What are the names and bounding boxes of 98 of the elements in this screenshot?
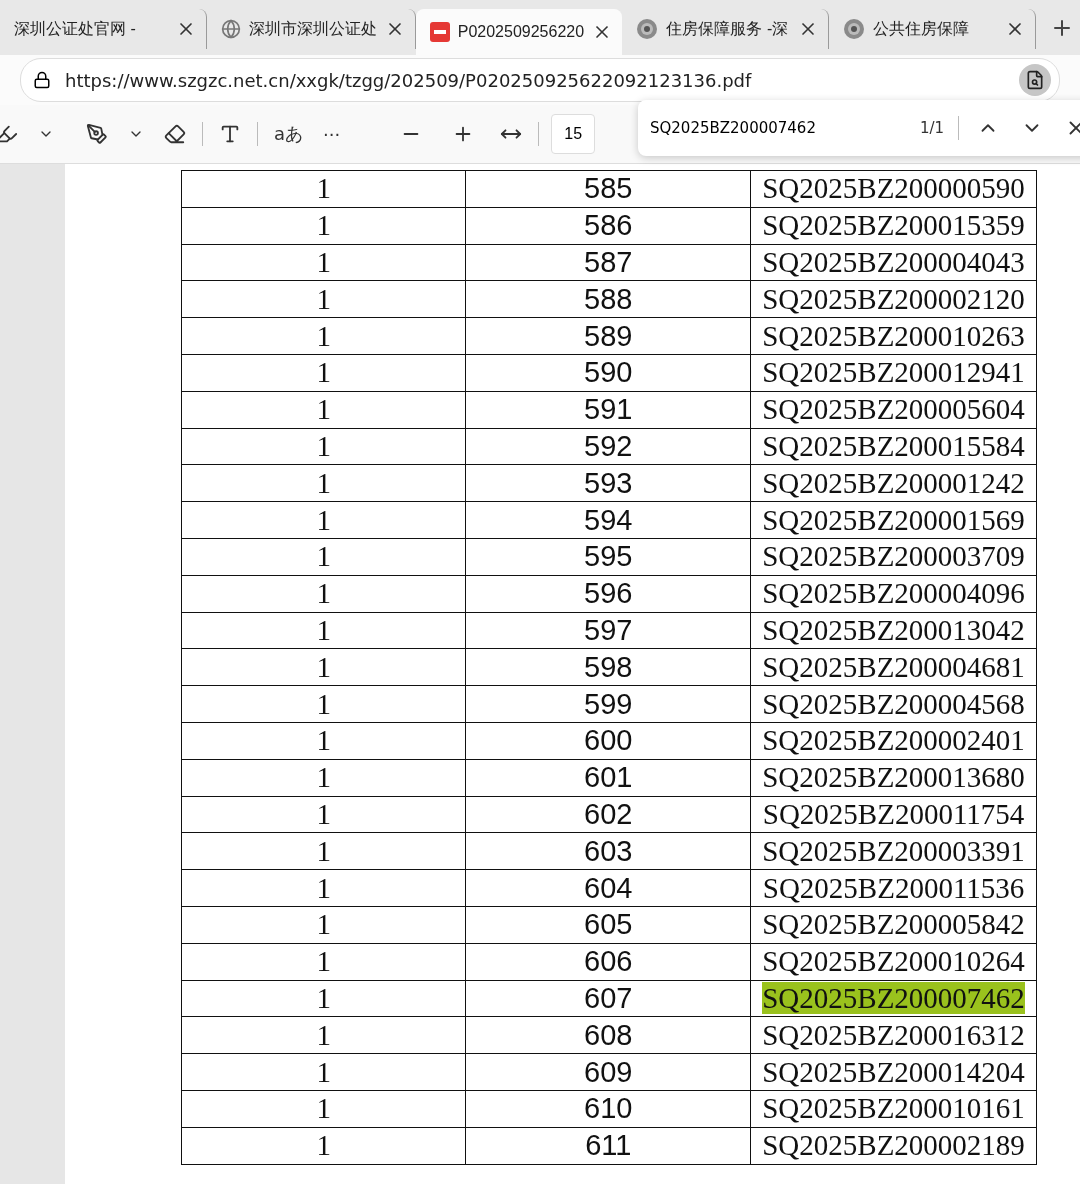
table-cell: 595: [465, 538, 751, 576]
table-cell: 590: [465, 354, 751, 392]
application-number: SQ2025BZ200013680: [762, 761, 1025, 794]
table-cell: 600: [465, 722, 751, 760]
application-number: SQ2025BZ200014204: [762, 1055, 1025, 1088]
read-aloud-button[interactable]: aあ: [270, 118, 308, 150]
table-cell: 611: [465, 1127, 751, 1164]
table-cell: 606: [465, 943, 751, 981]
application-number: SQ2025BZ200005842: [762, 908, 1025, 941]
table-cell: 601: [465, 759, 751, 797]
application-number: SQ2025BZ200010161: [762, 1092, 1025, 1125]
match-count: 1/1: [920, 119, 945, 137]
emblem-icon: [843, 18, 866, 40]
table-cell: 1: [181, 280, 466, 318]
table-cell: 588: [465, 280, 751, 318]
more-button[interactable]: ···: [319, 119, 345, 149]
table-cell: 591: [465, 391, 751, 429]
table-cell: 585: [465, 170, 751, 208]
table-cell: 1: [181, 869, 466, 907]
table-cell: 610: [465, 1090, 751, 1128]
application-number: SQ2025BZ200002120: [762, 282, 1025, 315]
globe-icon: [220, 19, 241, 39]
table-cell: 605: [465, 906, 751, 944]
application-number: SQ2025BZ200011536: [762, 871, 1025, 904]
table-cell: 1: [181, 464, 466, 502]
browser-tab[interactable]: 深圳市深圳公证处: [206, 9, 416, 49]
application-number: SQ2025BZ200010263: [762, 319, 1025, 352]
table-cell: 1: [181, 170, 466, 208]
table-cell: 594: [465, 501, 751, 539]
application-number: SQ2025BZ200004043: [762, 246, 1025, 278]
table-cell: 1: [181, 906, 466, 944]
table-cell: 1: [181, 722, 466, 760]
table-cell: 1: [181, 1053, 466, 1091]
browser-tab[interactable]: 深圳公证处官网 -: [0, 9, 207, 49]
search-match: SQ2025BZ200007462: [762, 981, 1025, 1014]
table-cell: 1: [181, 685, 466, 723]
page-number-field[interactable]: 15: [551, 114, 596, 154]
table-cell: 1: [181, 207, 466, 245]
table-cell: 587: [465, 244, 751, 281]
table-cell: 602: [465, 796, 751, 833]
table-cell: 593: [465, 464, 751, 502]
pdf-icon: [429, 22, 450, 42]
table-cell: 597: [465, 612, 751, 649]
application-number: SQ2025BZ200001242: [762, 466, 1025, 499]
table-cell: 599: [465, 685, 751, 723]
application-number: SQ2025BZ200005604: [762, 393, 1025, 426]
application-number: SQ2025BZ200015584: [762, 429, 1025, 462]
application-number: SQ2025BZ200011754: [762, 797, 1025, 830]
table-cell: 603: [465, 832, 751, 870]
table-cell: 1: [181, 428, 466, 465]
application-number: SQ2025BZ200002189: [762, 1129, 1025, 1162]
search-icon[interactable]: [1019, 64, 1051, 96]
table-cell: 1: [181, 538, 466, 576]
table-cell: 1: [181, 317, 466, 355]
browser-tab[interactable]: 住房保障服务 -深: [622, 9, 830, 49]
application-number: SQ2025BZ200010264: [762, 945, 1025, 978]
table-cell: 586: [465, 207, 751, 245]
application-number: SQ2025BZ200003709: [762, 540, 1025, 573]
table-cell: 592: [465, 428, 751, 465]
application-number: SQ2025BZ200012941: [762, 356, 1025, 389]
emblem-icon: [636, 18, 659, 40]
lock-icon: [33, 71, 51, 89]
table-cell: 607: [465, 980, 751, 1017]
table-cell: 604: [465, 869, 751, 907]
table-cell: 1: [181, 796, 466, 833]
table-cell: 1: [181, 980, 466, 1017]
application-number: SQ2025BZ200016312: [762, 1018, 1025, 1051]
table-cell: 1: [181, 391, 466, 429]
browser-tab[interactable]: P0202509256220: [415, 9, 623, 55]
table-cell: 1: [181, 354, 466, 392]
table-cell: 1: [181, 1090, 466, 1128]
table-cell: 609: [465, 1053, 751, 1091]
application-number: SQ2025BZ200004681: [762, 650, 1025, 683]
table-cell: 1: [181, 759, 466, 797]
address-bar[interactable]: https://www.szgzc.net.cn/xxgk/tzgg/202509/P020250925622092123136.pdf: [20, 58, 1060, 102]
application-number: SQ2025BZ200003391: [762, 834, 1025, 867]
table-cell: 589: [465, 317, 751, 355]
application-number: SQ2025BZ200001569: [762, 503, 1025, 536]
application-number: SQ2025BZ200015359: [762, 209, 1025, 242]
table-cell: 1: [181, 832, 466, 870]
table-cell: 1: [181, 943, 466, 981]
table-cell: 1: [181, 1016, 466, 1054]
table-cell: 1: [181, 575, 466, 613]
browser-tab[interactable]: 公共住房保障: [829, 9, 1036, 49]
table-cell: 1: [181, 648, 466, 686]
table-cell: 608: [465, 1016, 751, 1054]
application-number: SQ2025BZ200002401: [762, 724, 1025, 757]
table-cell: 1: [181, 501, 466, 539]
application-number: SQ2025BZ200004568: [762, 687, 1025, 720]
table-cell: 596: [465, 575, 751, 613]
find-field[interactable]: SQ2025BZ200007462: [648, 118, 892, 138]
application-number: SQ2025BZ200004096: [762, 577, 1025, 610]
application-number: SQ2025BZ200000590: [762, 172, 1025, 205]
application-number: SQ2025BZ200013042: [762, 613, 1025, 646]
table-cell: 598: [465, 648, 751, 686]
table-cell: 1: [181, 612, 466, 649]
table-cell: 1: [181, 1127, 466, 1164]
table-cell: 1: [181, 244, 466, 281]
